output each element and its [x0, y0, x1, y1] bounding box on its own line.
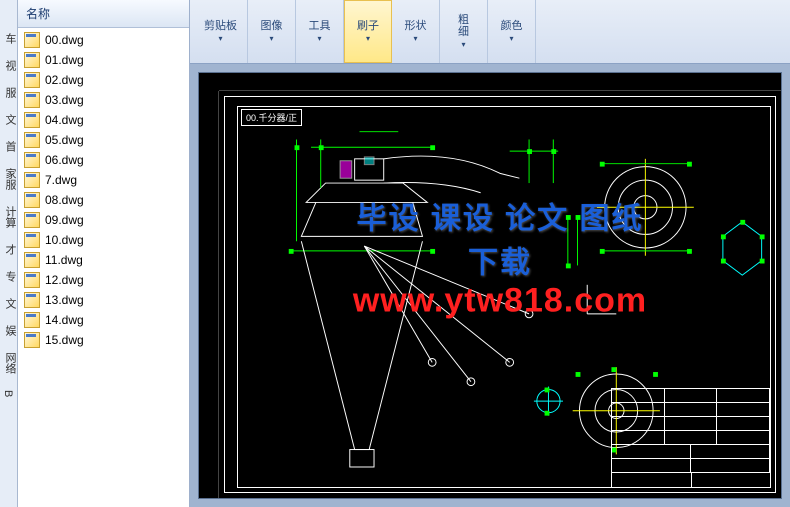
cad-canvas[interactable]: 00.千分器/正	[219, 91, 781, 498]
sidebar-tab[interactable]: 家服	[0, 165, 17, 193]
file-name-label: 06.dwg	[45, 153, 84, 167]
file-item[interactable]: 09.dwg	[18, 210, 189, 230]
file-item[interactable]: 00.dwg	[18, 30, 189, 50]
title-block	[611, 388, 771, 488]
file-item[interactable]: 11.dwg	[18, 250, 189, 270]
sidebar-tab[interactable]: 服	[0, 84, 17, 101]
file-name-label: 11.dwg	[45, 253, 83, 267]
sidebar-tab[interactable]: B	[0, 387, 17, 400]
sidebar-tab[interactable]: 视	[0, 57, 17, 74]
dwg-file-icon	[24, 332, 40, 348]
ribbon-label: 刷子	[357, 20, 379, 32]
ribbon-label: 图像	[261, 20, 283, 32]
cad-viewport[interactable]: 00.千分器/正	[198, 72, 782, 499]
file-name-label: 00.dwg	[45, 33, 84, 47]
dwg-file-icon	[24, 172, 40, 188]
dropdown-icon: ▾	[509, 34, 513, 43]
sidebar-tab[interactable]: 才	[0, 241, 17, 258]
file-item[interactable]: 14.dwg	[18, 310, 189, 330]
sidebar-tab[interactable]: 首	[0, 138, 17, 155]
ribbon-shapes-group[interactable]: 形状 ▾	[392, 0, 440, 63]
sidebar-tab[interactable]: 文	[0, 111, 17, 128]
file-item[interactable]: 13.dwg	[18, 290, 189, 310]
dwg-file-icon	[24, 52, 40, 68]
sidebar-tab[interactable]: 网络	[0, 349, 17, 377]
file-list[interactable]: 00.dwg 01.dwg 02.dwg 03.dwg 04.dwg 05.dw…	[18, 28, 189, 507]
sidebar-tab[interactable]: 娱	[0, 322, 17, 339]
dropdown-icon: ▾	[366, 34, 370, 43]
ribbon-label: 工具	[309, 20, 331, 32]
file-name-label: 02.dwg	[45, 73, 84, 87]
dropdown-icon: ▾	[269, 34, 273, 43]
file-list-header[interactable]: 名称	[18, 0, 189, 28]
file-item[interactable]: 7.dwg	[18, 170, 189, 190]
ribbon-image-group[interactable]: 图像 ▾	[248, 0, 296, 63]
file-list-panel: 名称 00.dwg 01.dwg 02.dwg 03.dwg 04.dwg 05…	[18, 0, 190, 507]
ribbon-tools-group[interactable]: 工具 ▾	[296, 0, 344, 63]
file-item[interactable]: 12.dwg	[18, 270, 189, 290]
ribbon-clipboard-group[interactable]: 剪贴板 ▾	[194, 0, 248, 63]
dwg-file-icon	[24, 32, 40, 48]
file-name-label: 7.dwg	[45, 173, 77, 187]
ribbon-brush-group[interactable]: 刷子 ▾	[344, 0, 392, 63]
file-name-label: 08.dwg	[45, 193, 84, 207]
sidebar-tab[interactable]: 专	[0, 268, 17, 285]
file-name-label: 09.dwg	[45, 213, 84, 227]
sidebar-tab[interactable]: 计算	[0, 203, 17, 231]
dwg-file-icon	[24, 292, 40, 308]
dropdown-icon: ▾	[413, 34, 417, 43]
file-item[interactable]: 01.dwg	[18, 50, 189, 70]
dwg-file-icon	[24, 312, 40, 328]
dwg-file-icon	[24, 72, 40, 88]
dwg-file-icon	[24, 232, 40, 248]
ribbon-label: 形状	[405, 20, 427, 32]
file-name-label: 05.dwg	[45, 133, 84, 147]
file-name-label: 03.dwg	[45, 93, 84, 107]
dropdown-icon: ▾	[461, 40, 465, 49]
sidebar-tab[interactable]: 文	[0, 295, 17, 312]
file-name-label: 14.dwg	[45, 313, 84, 327]
file-item[interactable]: 15.dwg	[18, 330, 189, 350]
file-item[interactable]: 10.dwg	[18, 230, 189, 250]
file-item[interactable]: 05.dwg	[18, 130, 189, 150]
ribbon-label: 剪贴板	[204, 20, 237, 32]
file-name-label: 04.dwg	[45, 113, 84, 127]
dwg-file-icon	[24, 192, 40, 208]
left-nav-sidebar: 车 视 服 文 首 家服 计算 才 专 文 娱 网络 B	[0, 0, 18, 507]
file-name-label: 12.dwg	[45, 273, 84, 287]
file-item[interactable]: 03.dwg	[18, 90, 189, 110]
dwg-file-icon	[24, 92, 40, 108]
file-name-label: 13.dwg	[45, 293, 84, 307]
dwg-file-icon	[24, 272, 40, 288]
dwg-file-icon	[24, 252, 40, 268]
ruler-horizontal	[219, 73, 781, 91]
dropdown-icon: ▾	[218, 34, 222, 43]
ribbon-toolbar: 剪贴板 ▾ 图像 ▾ 工具 ▾ 刷子 ▾ 形状 ▾ 粗 细 ▾ 颜色 ▾	[190, 0, 790, 64]
ribbon-thickness-group[interactable]: 粗 细 ▾	[440, 0, 488, 63]
dwg-file-icon	[24, 132, 40, 148]
dwg-file-icon	[24, 212, 40, 228]
main-area: 剪贴板 ▾ 图像 ▾ 工具 ▾ 刷子 ▾ 形状 ▾ 粗 细 ▾ 颜色 ▾	[190, 0, 790, 507]
ribbon-label: 粗 细	[458, 14, 469, 38]
file-name-label: 10.dwg	[45, 233, 84, 247]
dropdown-icon: ▾	[317, 34, 321, 43]
file-item[interactable]: 02.dwg	[18, 70, 189, 90]
file-name-label: 01.dwg	[45, 53, 84, 67]
file-item[interactable]: 08.dwg	[18, 190, 189, 210]
viewport-container: 00.千分器/正	[190, 64, 790, 507]
sidebar-tab[interactable]: 车	[0, 30, 17, 47]
ribbon-label: 颜色	[501, 20, 523, 32]
file-item[interactable]: 04.dwg	[18, 110, 189, 130]
dwg-file-icon	[24, 112, 40, 128]
ruler-vertical	[199, 91, 219, 498]
dwg-file-icon	[24, 152, 40, 168]
file-name-label: 15.dwg	[45, 333, 84, 347]
file-item[interactable]: 06.dwg	[18, 150, 189, 170]
ribbon-color-group[interactable]: 颜色 ▾	[488, 0, 536, 63]
